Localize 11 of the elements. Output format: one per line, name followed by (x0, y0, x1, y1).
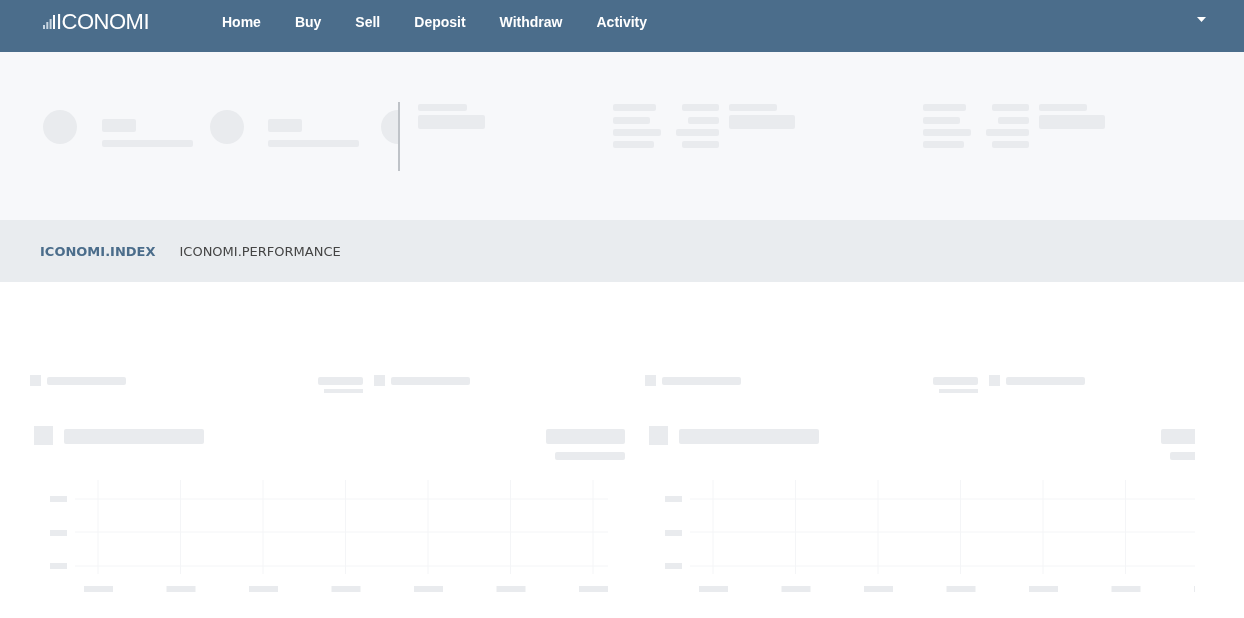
nav-link[interactable]: Home (210, 14, 273, 30)
bar-chart-icon (43, 15, 55, 29)
tab[interactable]: ICONOMI.PERFORMANCE (179, 243, 341, 259)
dropdown-caret-icon[interactable] (1197, 16, 1207, 22)
nav-link[interactable]: Buy (282, 14, 334, 30)
nav-link[interactable]: Sell (343, 14, 393, 30)
logo-text[interactable]: ICONOMI (56, 11, 150, 33)
nav-link[interactable]: Withdraw (487, 14, 575, 30)
nav-link[interactable]: Activity (584, 14, 660, 30)
tab[interactable]: ICONOMI.INDEX (40, 243, 156, 259)
nav-link[interactable]: Deposit (402, 14, 478, 30)
